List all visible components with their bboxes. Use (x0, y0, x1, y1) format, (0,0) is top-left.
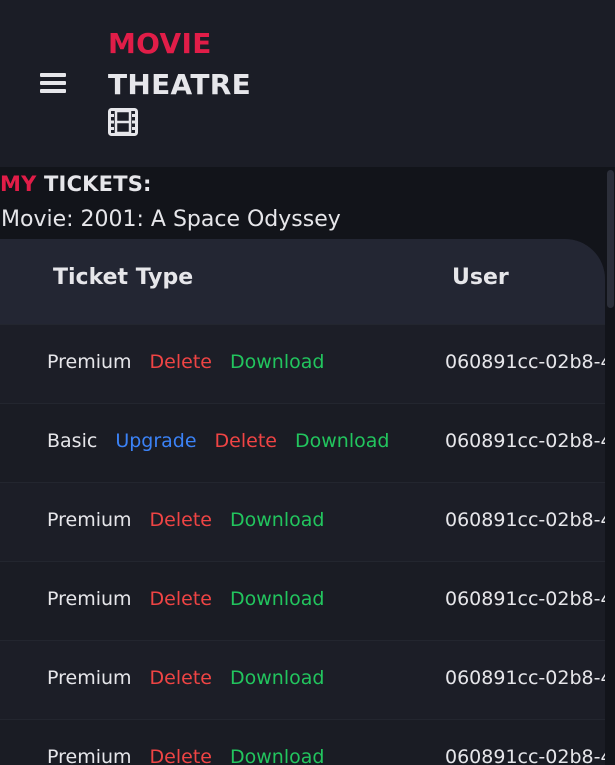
ticket-type-cell: Premium Delete Download (47, 351, 342, 373)
ticket-type-label: Basic (47, 430, 98, 452)
delete-link[interactable]: Delete (150, 588, 212, 610)
column-header-user: User (452, 265, 509, 290)
download-link[interactable]: Download (230, 509, 324, 531)
ticket-type-label: Premium (47, 588, 132, 610)
table-row: Premium Delete Download 060891cc-02b8-4 (0, 719, 605, 765)
column-header-ticket-type: Ticket Type (53, 265, 194, 290)
ticket-type-cell: Basic Upgrade Delete Download (47, 430, 407, 452)
user-id-cell: 060891cc-02b8-4 (445, 351, 605, 373)
delete-link[interactable]: Delete (150, 509, 212, 531)
film-icon (108, 108, 138, 136)
scrollbar-thumb[interactable] (607, 170, 614, 308)
ticket-type-cell: Premium Delete Download (47, 588, 342, 610)
ticket-type-label: Premium (47, 351, 132, 373)
movie-title: Movie: 2001: A Space Odyssey (1, 207, 341, 232)
delete-link[interactable]: Delete (150, 667, 212, 689)
ticket-type-cell: Premium Delete Download (47, 509, 342, 531)
hamburger-menu-icon[interactable] (40, 73, 66, 95)
my-tickets-accent: MY (0, 172, 37, 196)
download-link[interactable]: Download (295, 430, 389, 452)
menu-bar (40, 89, 66, 93)
ticket-type-cell: Premium Delete Download (47, 746, 342, 765)
ticket-type-label: Premium (47, 667, 132, 689)
menu-bar (40, 73, 66, 77)
table-header: e Ticket Type User (0, 239, 605, 324)
menu-bar (40, 81, 66, 85)
table-row: Premium Delete Download 060891cc-02b8-4 (0, 561, 605, 641)
header: MOVIE THEATRE (0, 0, 615, 167)
my-tickets-label: TICKETS: (44, 172, 152, 196)
delete-link[interactable]: Delete (150, 351, 212, 373)
upgrade-link[interactable]: Upgrade (115, 430, 196, 452)
my-tickets-heading: MY TICKETS: (0, 172, 152, 196)
brand-line-theatre: THEATRE (108, 68, 252, 101)
download-link[interactable]: Download (230, 588, 324, 610)
download-link[interactable]: Download (230, 351, 324, 373)
table-row: Premium Delete Download 060891cc-02b8-4 (0, 324, 605, 404)
ticket-type-label: Premium (47, 746, 132, 765)
user-id-cell: 060891cc-02b8-4 (445, 588, 605, 610)
page: MOVIE THEATRE MY TICKETS: Movie: 2001: A… (0, 0, 615, 765)
table-row: Premium Delete Download 060891cc-02b8-4 (0, 482, 605, 562)
table-row: Basic Upgrade Delete Download 060891cc-02b8-… (0, 403, 605, 483)
user-id-cell: 060891cc-02b8-4 (445, 667, 605, 689)
user-id-cell: 060891cc-02b8-4 (445, 509, 605, 531)
download-link[interactable]: Download (230, 667, 324, 689)
download-link[interactable]: Download (230, 746, 324, 765)
table-row: Premium Delete Download 060891cc-02b8-4 (0, 640, 605, 720)
ticket-type-label: Premium (47, 509, 132, 531)
user-id-cell: 060891cc-02b8-4 (445, 430, 605, 452)
brand-line-movie: MOVIE (108, 27, 212, 60)
user-id-cell: 060891cc-02b8-4 (445, 746, 605, 765)
tickets-table: e Ticket Type User Premium Delete Download… (0, 239, 605, 765)
delete-link[interactable]: Delete (150, 746, 212, 765)
ticket-type-cell: Premium Delete Download (47, 667, 342, 689)
delete-link[interactable]: Delete (215, 430, 277, 452)
brand[interactable]: MOVIE THEATRE (108, 24, 251, 140)
